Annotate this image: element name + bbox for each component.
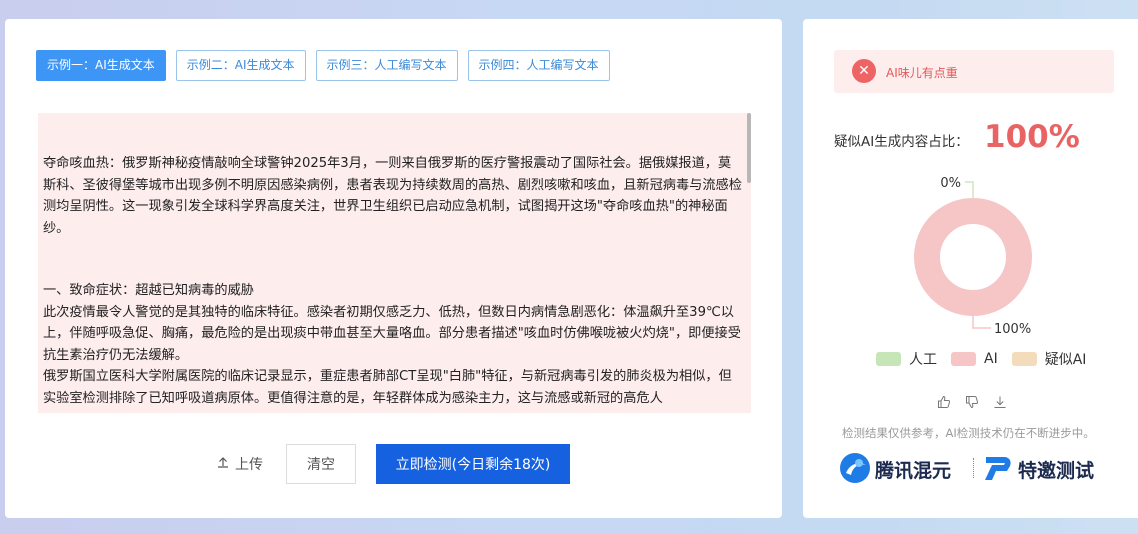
result-panel: ✕ AI味儿有点重 疑似AI生成内容占比： 100% 0% 100% 人工 AI …: [803, 19, 1138, 518]
brand-footer: 腾讯混元 特邀测试: [838, 451, 1118, 483]
input-panel: 示例一：AI生成文本 示例二：AI生成文本 示例三：人工编写文本 示例四：人工编…: [5, 19, 782, 518]
clear-button[interactable]: 清空: [286, 444, 356, 484]
upload-icon: [217, 456, 229, 472]
chart-legend: 人工 AI 疑似AI: [876, 349, 1086, 369]
example-tabs: 示例一：AI生成文本 示例二：AI生成文本 示例三：人工编写文本 示例四：人工编…: [36, 50, 610, 81]
label-line-1: [972, 316, 991, 329]
legend-item-human[interactable]: 人工: [876, 349, 937, 369]
brand-divider: [973, 458, 974, 478]
text-scrollbar[interactable]: [747, 113, 751, 183]
thumbs-down-icon[interactable]: [965, 394, 979, 409]
label-text-0: 0%: [940, 176, 961, 191]
legend-item-suspected-ai[interactable]: 疑似AI: [1011, 349, 1087, 369]
invited-test-logo-icon: [985, 457, 1011, 480]
brand-name-hunyuan: 腾讯混元: [875, 460, 952, 482]
article-heading-1: 一、致命症状：超越已知病毒的威胁: [43, 283, 254, 298]
legend-swatch-suspected-ai: [1011, 352, 1037, 366]
label-text-1: 100%: [994, 322, 1031, 337]
thumbs-up-icon[interactable]: [937, 394, 951, 408]
brand-name-invited-test: 特邀测试: [1018, 460, 1095, 482]
upload-label: 上传: [235, 457, 263, 473]
tab-example-2[interactable]: 示例二：AI生成文本: [175, 50, 306, 81]
detect-button[interactable]: 立即检测(今日剩余18次): [376, 444, 570, 484]
legend-swatch-ai: [951, 352, 976, 366]
tab-example-1[interactable]: 示例一：AI生成文本: [36, 50, 166, 81]
article-paragraph-2: 此次疫情最令人警觉的是其独特的临床特征。感染者初期仅感乏力、低热，但数日内病情急…: [43, 304, 741, 363]
article-paragraph-1: 夺命咳血热：俄罗斯神秘疫情敲响全球警钟2025年3月，一则来自俄罗斯的医疗警报震…: [43, 156, 742, 236]
article-paragraph-3: 俄罗斯国立医科大学附属医院的临床记录显示，重症患者肺部CT呈现"白肺"特征，与新…: [43, 369, 732, 406]
legend-label-human: 人工: [909, 352, 937, 368]
upload-button[interactable]: 上传: [217, 452, 263, 476]
donut-slice-1[interactable]: [914, 198, 1032, 316]
hunyuan-logo-icon: [840, 453, 870, 483]
legend-swatch-human: [876, 352, 901, 366]
text-input-area[interactable]: 夺命咳血热：俄罗斯神秘疫情敲响全球警钟2025年3月，一则来自俄罗斯的医疗警报震…: [38, 113, 751, 413]
tab-example-4[interactable]: 示例四：人工编写文本: [467, 50, 610, 81]
legend-item-ai[interactable]: AI: [951, 349, 998, 369]
legend-label-suspected-ai: 疑似AI: [1044, 352, 1087, 368]
label-line-0: [965, 181, 974, 198]
article-text: 夺命咳血热：俄罗斯神秘疫情敲响全球警钟2025年3月，一则来自俄罗斯的医疗警报震…: [43, 153, 743, 409]
disclaimer-text: 检测结果仅供参考，AI检测技术仍在不断进步中。: [842, 426, 1095, 440]
legend-label-ai: AI: [984, 351, 998, 367]
feedback-bar: [937, 394, 1007, 409]
download-icon[interactable]: [993, 394, 1007, 408]
tab-example-3[interactable]: 示例三：人工编写文本: [315, 50, 458, 81]
ai-ratio-donut-chart: 0% 100%: [914, 176, 1032, 337]
